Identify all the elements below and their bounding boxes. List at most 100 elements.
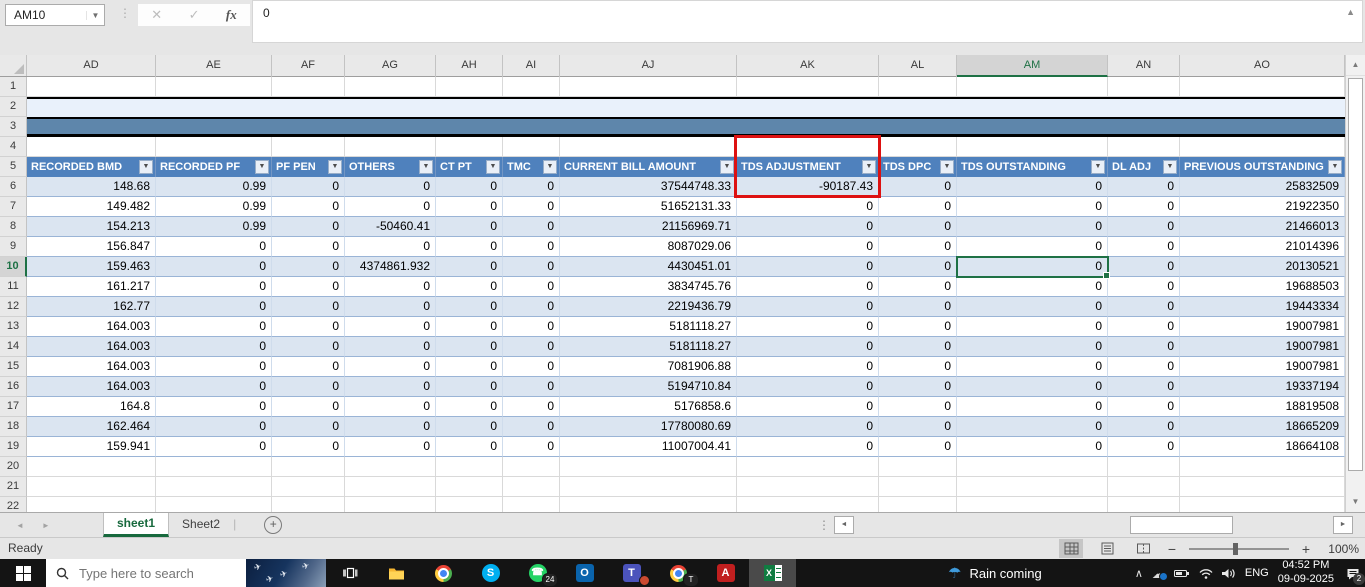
cell-AL18[interactable]: 0 (879, 417, 957, 437)
cell-AH1[interactable] (436, 77, 503, 97)
cell-AD7[interactable]: 149.482 (27, 197, 156, 217)
cell-AG21[interactable] (345, 477, 436, 497)
cell-AG10[interactable]: 4374861.932 (345, 257, 436, 277)
cell-AF14[interactable]: 0 (272, 337, 345, 357)
cell-AK1[interactable] (737, 77, 879, 97)
cell-AL10[interactable]: 0 (879, 257, 957, 277)
chevron-up-icon[interactable]: ∧ (1135, 567, 1143, 580)
cell-AH19[interactable]: 0 (436, 437, 503, 457)
cell-AI8[interactable]: 0 (503, 217, 560, 237)
cell-AD9[interactable]: 156.847 (27, 237, 156, 257)
cell-AL11[interactable]: 0 (879, 277, 957, 297)
task-view-button[interactable] (326, 559, 373, 587)
cell-AH13[interactable]: 0 (436, 317, 503, 337)
cell-AF19[interactable]: 0 (272, 437, 345, 457)
cell-AL14[interactable]: 0 (879, 337, 957, 357)
cell-AO14[interactable]: 19007981 (1180, 337, 1345, 357)
cell-AM13[interactable]: 0 (957, 317, 1108, 337)
cell-AI17[interactable]: 0 (503, 397, 560, 417)
cell-AD15[interactable]: 164.003 (27, 357, 156, 377)
cell-AN13[interactable]: 0 (1108, 317, 1180, 337)
table-header-AI[interactable]: TMC ▼ (503, 157, 560, 177)
scroll-up-icon[interactable]: ▲ (1346, 55, 1365, 76)
chrome-profile-button[interactable]: T (655, 559, 702, 587)
cell-AG19[interactable]: 0 (345, 437, 436, 457)
cell-AI18[interactable]: 0 (503, 417, 560, 437)
cell-AL21[interactable] (879, 477, 957, 497)
row-header-1[interactable]: 1 (0, 77, 27, 97)
filter-dropdown-icon[interactable]: ▼ (720, 160, 734, 174)
scroll-down-icon[interactable]: ▼ (1346, 493, 1365, 510)
table-header-AG[interactable]: OTHERS ▼ (345, 157, 436, 177)
table-header-AK[interactable]: TDS ADJUSTMENT ▼ (737, 157, 879, 177)
cell-AN17[interactable]: 0 (1108, 397, 1180, 417)
cell-AE11[interactable]: 0 (156, 277, 272, 297)
cell-AJ12[interactable]: 2219436.79 (560, 297, 737, 317)
cell-AO19[interactable]: 18664108 (1180, 437, 1345, 457)
cell-AI14[interactable]: 0 (503, 337, 560, 357)
cell-AD17[interactable]: 164.8 (27, 397, 156, 417)
cell-AD19[interactable]: 159.941 (27, 437, 156, 457)
cell-AE14[interactable]: 0 (156, 337, 272, 357)
cell-AG22[interactable] (345, 497, 436, 512)
cell-AL13[interactable]: 0 (879, 317, 957, 337)
insert-function-icon[interactable]: fx (226, 7, 237, 23)
cell-AM8[interactable]: 0 (957, 217, 1108, 237)
cell-AL9[interactable]: 0 (879, 237, 957, 257)
cell-AK20[interactable] (737, 457, 879, 477)
row-header-22[interactable]: 22 (0, 497, 27, 512)
cell-AD14[interactable]: 164.003 (27, 337, 156, 357)
cell-AG7[interactable]: 0 (345, 197, 436, 217)
cell-AM11[interactable]: 0 (957, 277, 1108, 297)
cell-AL20[interactable] (879, 457, 957, 477)
action-center-button[interactable]: 2 (1343, 559, 1365, 587)
chrome-button[interactable] (420, 559, 467, 587)
cell-AH7[interactable]: 0 (436, 197, 503, 217)
cell-AG14[interactable]: 0 (345, 337, 436, 357)
filter-dropdown-icon[interactable]: ▼ (1091, 160, 1105, 174)
row-header-6[interactable]: 6 (0, 177, 27, 197)
onedrive-icon[interactable]: ☁ (1152, 567, 1168, 581)
cell-AN8[interactable]: 0 (1108, 217, 1180, 237)
row-header-7[interactable]: 7 (0, 197, 27, 217)
cell-AJ17[interactable]: 5176858.6 (560, 397, 737, 417)
cell-AI22[interactable] (503, 497, 560, 512)
zoom-slider-thumb[interactable] (1233, 542, 1238, 555)
table-header-AE[interactable]: RECORDED PF ▼ (156, 157, 272, 177)
row-header-11[interactable]: 11 (0, 277, 27, 297)
cell-AF11[interactable]: 0 (272, 277, 345, 297)
cell-AM14[interactable]: 0 (957, 337, 1108, 357)
row-header-19[interactable]: 19 (0, 437, 27, 457)
cancel-entry-icon[interactable]: ✕ (151, 7, 162, 23)
filter-dropdown-icon[interactable]: ▼ (543, 160, 557, 174)
cell-AH12[interactable]: 0 (436, 297, 503, 317)
table-header-AN[interactable]: DL ADJ ▼ (1108, 157, 1180, 177)
clock[interactable]: 04:52 PM 09-09-2025 (1278, 559, 1334, 587)
cell-AE20[interactable] (156, 457, 272, 477)
filter-dropdown-icon[interactable]: ▼ (862, 160, 876, 174)
row-header-15[interactable]: 15 (0, 357, 27, 377)
column-header-AH[interactable]: AH (436, 55, 503, 77)
cell-AI21[interactable] (503, 477, 560, 497)
cell-AE9[interactable]: 0 (156, 237, 272, 257)
zoom-slider[interactable] (1189, 542, 1289, 555)
zoom-in-icon[interactable]: + (1301, 541, 1311, 557)
cell-AE7[interactable]: 0.99 (156, 197, 272, 217)
excel-button[interactable]: X (749, 559, 796, 587)
cell-AO20[interactable] (1180, 457, 1345, 477)
cell-AI4[interactable] (503, 137, 560, 157)
cell-AK10[interactable]: 0 (737, 257, 879, 277)
row-header-21[interactable]: 21 (0, 477, 27, 497)
cell-AN9[interactable]: 0 (1108, 237, 1180, 257)
cell-AJ22[interactable] (560, 497, 737, 512)
next-sheet-icon[interactable]: ► (42, 521, 50, 530)
cell-AI11[interactable]: 0 (503, 277, 560, 297)
cell-AM17[interactable]: 0 (957, 397, 1108, 417)
cell-AO12[interactable]: 19443334 (1180, 297, 1345, 317)
cell-AO15[interactable]: 19007981 (1180, 357, 1345, 377)
cell-AN11[interactable]: 0 (1108, 277, 1180, 297)
cell-AF15[interactable]: 0 (272, 357, 345, 377)
cell-AL4[interactable] (879, 137, 957, 157)
cell-AM1[interactable] (957, 77, 1108, 97)
cell-AN15[interactable]: 0 (1108, 357, 1180, 377)
